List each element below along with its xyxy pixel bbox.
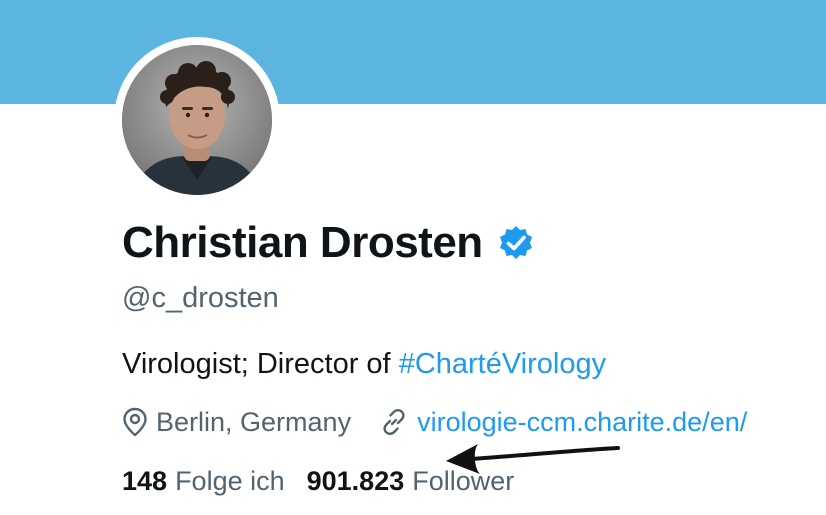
avatar-ring: [114, 37, 280, 203]
following-count: 148: [122, 466, 168, 496]
following-label: Folge ich: [175, 466, 285, 496]
following-stat[interactable]: 148 Folge ich: [122, 466, 285, 497]
followers-count: 901.823: [306, 466, 405, 496]
profile-bio: Virologist; Director of #ChartéVirology: [122, 348, 606, 381]
avatar-photo: [122, 45, 272, 195]
location-item: Berlin, Germany: [122, 407, 351, 438]
location-pin-icon: [123, 407, 147, 437]
location-text: Berlin, Germany: [156, 406, 352, 437]
avatar[interactable]: [122, 45, 272, 195]
display-name-text: Christian Drosten: [122, 218, 483, 267]
user-handle: @c_drosten: [122, 282, 279, 314]
display-name: Christian Drosten: [122, 218, 535, 268]
bio-text: Virologist; Director of: [122, 348, 399, 380]
link-icon: [383, 408, 405, 436]
verified-badge-icon[interactable]: [497, 224, 535, 262]
bio-hashtag-link[interactable]: #ChartéVirology: [399, 348, 606, 380]
arrow-annotation: [446, 444, 620, 474]
